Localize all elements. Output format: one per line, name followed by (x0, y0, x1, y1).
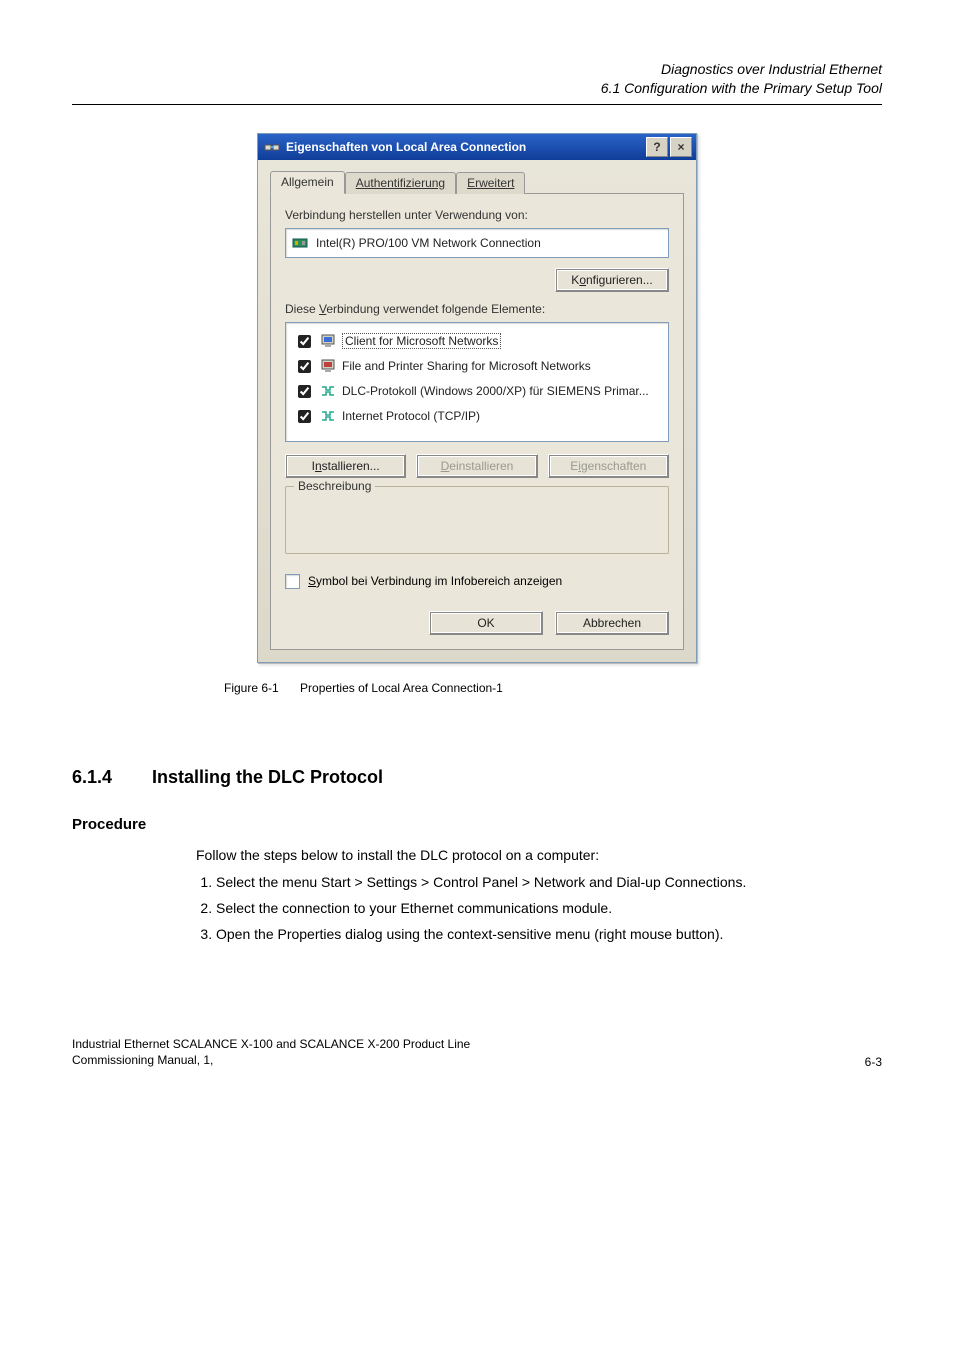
list-item: Select the connection to your Ethernet c… (216, 898, 882, 920)
figure-text: Properties of Local Area Connection-1 (300, 681, 503, 695)
help-button[interactable]: ? (646, 137, 668, 157)
cancel-button[interactable]: Abbrechen (555, 611, 669, 635)
list-item: Select the menu Start > Settings > Contr… (216, 872, 882, 894)
adapter-field: Intel(R) PRO/100 VM Network Connection (285, 228, 669, 258)
tab-auth-label: Authentifizierung (356, 176, 445, 190)
dialog-title: Eigenschaften von Local Area Connection (286, 140, 526, 154)
nic-icon (292, 235, 308, 251)
ok-button[interactable]: OK (429, 611, 543, 635)
properties-dialog: Eigenschaften von Local Area Connection … (257, 133, 697, 663)
list-item[interactable]: Internet Protocol (TCP/IP) (292, 404, 662, 429)
list-item-label: Client for Microsoft Networks (342, 333, 501, 349)
list-item-label: Internet Protocol (TCP/IP) (342, 409, 480, 423)
procedure-intro: Follow the steps below to install the DL… (196, 845, 882, 867)
description-group: Beschreibung (285, 486, 669, 554)
tab-general[interactable]: Allgemein (270, 171, 345, 194)
tab-auth[interactable]: Authentifizierung (345, 172, 456, 194)
dialog-titlebar[interactable]: Eigenschaften von Local Area Connection … (258, 134, 696, 160)
footer-line2: Commissioning Manual, 1, (72, 1052, 470, 1069)
list-item[interactable]: File and Printer Sharing for Microsoft N… (292, 354, 662, 379)
section-title: Installing the DLC Protocol (152, 767, 383, 788)
label-connect-using: Verbindung herstellen unter Verwendung v… (285, 208, 669, 222)
tab-strip: Allgemein Authentifizierung Erweitert (270, 170, 684, 193)
figure-number: Figure 6-1 (224, 681, 279, 695)
list-item-label: DLC-Protokoll (Windows 2000/XP) für SIEM… (342, 384, 649, 398)
tab-advanced-label: Erweitert (467, 176, 514, 190)
footer-line1: Industrial Ethernet SCALANCE X-100 and S… (72, 1036, 470, 1053)
list-item: Open the Properties dialog using the con… (216, 924, 882, 946)
show-icon-row[interactable]: Symbol bei Verbindung im Infobereich anz… (285, 574, 669, 589)
figure-caption: Figure 6-1 Properties of Local Area Conn… (224, 681, 882, 695)
install-button[interactable]: Installieren... (285, 454, 406, 478)
tab-advanced[interactable]: Erweitert (456, 172, 525, 194)
list-item-label: File and Printer Sharing for Microsoft N… (342, 359, 591, 373)
components-listbox[interactable]: Client for Microsoft Networks File and P… (285, 322, 669, 442)
protocol-icon (320, 408, 336, 424)
checkbox-client[interactable] (298, 335, 311, 348)
header-line2: 6.1 Configuration with the Primary Setup… (72, 79, 882, 98)
client-icon (320, 333, 336, 349)
adapter-name: Intel(R) PRO/100 VM Network Connection (316, 236, 541, 250)
tab-panel-general: Verbindung herstellen unter Verwendung v… (270, 193, 684, 650)
list-item[interactable]: Client for Microsoft Networks (292, 329, 662, 354)
procedure-heading: Procedure (72, 816, 882, 833)
configure-button[interactable]: Konfigurieren... (555, 268, 669, 292)
uninstall-button: Deinstallieren (416, 454, 537, 478)
close-button[interactable]: × (670, 137, 692, 157)
header-line1: Diagnostics over Industrial Ethernet (72, 60, 882, 79)
checkbox-dlc[interactable] (298, 385, 311, 398)
list-item[interactable]: DLC-Protokoll (Windows 2000/XP) für SIEM… (292, 379, 662, 404)
show-icon-label: Symbol bei Verbindung im Infobereich anz… (308, 574, 562, 588)
checkbox-fileshare[interactable] (298, 360, 311, 373)
protocol-icon (320, 383, 336, 399)
procedure-steps: Select the menu Start > Settings > Contr… (196, 872, 882, 945)
checkbox-tcpip[interactable] (298, 410, 311, 423)
connection-icon (264, 139, 280, 155)
show-icon-checkbox[interactable] (285, 574, 300, 589)
header-rule (72, 104, 882, 105)
label-uses-elements: Diese Verbindung verwendet folgende Elem… (285, 302, 669, 316)
service-icon (320, 358, 336, 374)
footer-page: 6-3 (865, 1055, 882, 1069)
description-legend: Beschreibung (294, 479, 375, 493)
properties-button: Eigenschaften (548, 454, 669, 478)
section-number: 6.1.4 (72, 767, 112, 788)
